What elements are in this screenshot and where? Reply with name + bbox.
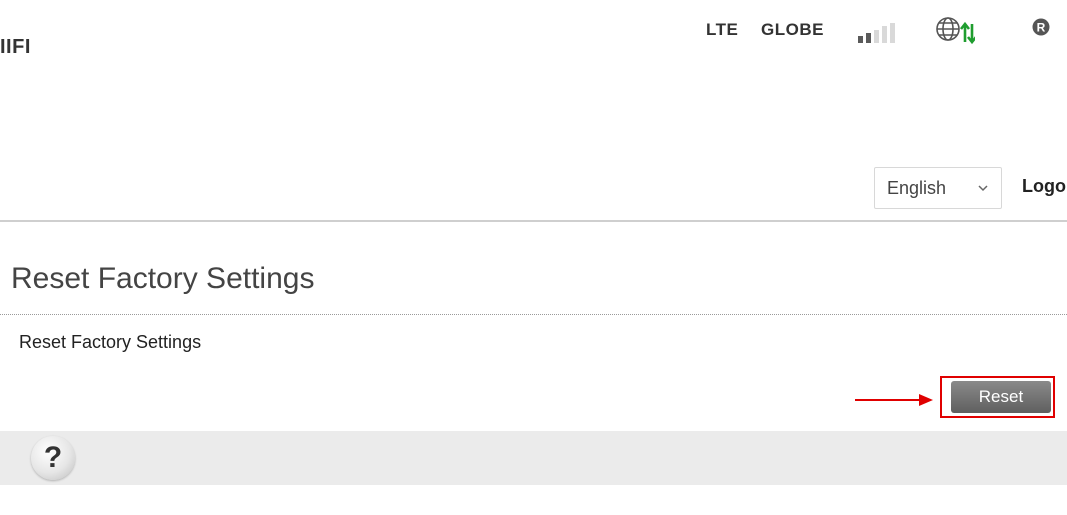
language-select[interactable]: English (874, 167, 1002, 209)
language-selected: English (887, 177, 947, 198)
chevron-down-icon (978, 185, 988, 192)
reset-row-label: Reset Factory Settings (19, 332, 202, 352)
reset-button[interactable]: Reset (951, 381, 1051, 413)
signal-bar-4 (882, 26, 887, 43)
signal-strength-icon (858, 23, 895, 43)
network-type: LTE (706, 20, 739, 39)
title-divider (0, 314, 1067, 315)
logout-link[interactable]: Logo (1022, 176, 1066, 197)
network-globe-icon (936, 17, 975, 45)
roaming-icon: R (1032, 18, 1050, 36)
help-bar (0, 431, 1067, 485)
carrier-name: GLOBE (761, 20, 824, 39)
signal-bar-5 (890, 23, 895, 43)
page-title: Reset Factory Settings (11, 262, 315, 295)
signal-bar-2 (866, 33, 871, 43)
signal-bar-3 (874, 30, 879, 43)
help-icon[interactable]: ? (31, 436, 75, 480)
brand-name: IIFI (0, 36, 31, 58)
data-transfer-icon (959, 21, 975, 45)
roaming-badge: R (1037, 21, 1046, 35)
arrow-right-icon (855, 394, 933, 406)
header-divider (0, 220, 1067, 222)
signal-bar-1 (858, 36, 863, 43)
